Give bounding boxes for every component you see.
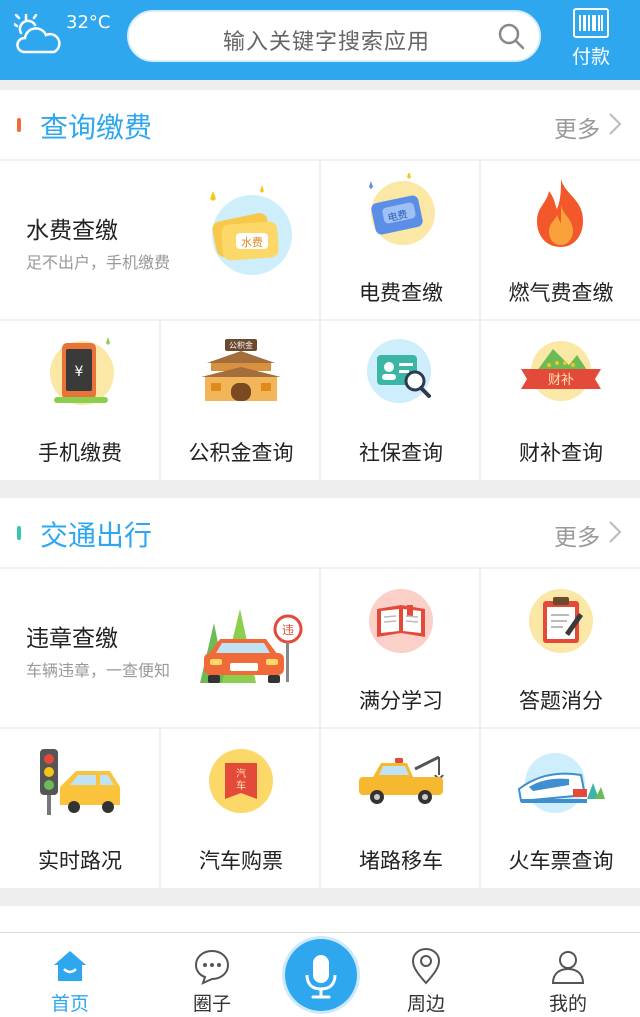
feature-traffic-violation[interactable]: 违章查缴 车辆违章，一查便知 违 (0, 569, 318, 727)
home-icon (54, 951, 86, 981)
book-icon (369, 589, 433, 653)
section-title: 查询缴费 (40, 111, 153, 144)
grid-item-label: 实时路况 (38, 849, 122, 873)
svg-text:水费: 水费 (241, 236, 263, 249)
traffic-light-icon (40, 749, 120, 815)
grid-item-label: 汽车购票 (199, 849, 283, 873)
grid-item-social-security[interactable]: 社保查询 (321, 321, 479, 480)
section-accent-bar (17, 118, 21, 132)
more-link[interactable]: 更多 (554, 518, 600, 552)
tab-nearby[interactable]: 周边 (376, 933, 476, 1017)
top-header: 32°C 输入关键字搜索应用 付款 (0, 0, 640, 80)
search-placeholder: 输入关键字搜索应用 (223, 30, 431, 55)
voice-search-button[interactable] (285, 939, 357, 1011)
bus-ticket-icon: 汽 车 (209, 749, 273, 813)
tab-label: 圈子 (192, 993, 231, 1015)
next-section-edge (0, 906, 640, 932)
grid-item-label: 财补查询 (519, 441, 603, 465)
grid-item-label: 社保查询 (359, 441, 443, 465)
chevron-right-icon[interactable] (608, 520, 622, 544)
water-bill-icon: 水费 (210, 185, 292, 275)
grid-item-train-ticket[interactable]: 火车票查询 (481, 729, 640, 888)
section-header: 交通出行 更多 (0, 498, 640, 568)
clipboard-icon (529, 589, 593, 653)
grid-item-tow[interactable]: 堵路移车 (321, 729, 479, 888)
grid-item-study[interactable]: 满分学习 (321, 569, 479, 727)
grid-item-electricity[interactable]: 电费 电费查缴 (321, 161, 479, 319)
grid-item-label: 火车票查询 (508, 849, 614, 873)
tab-label: 我的 (548, 993, 587, 1015)
feature-subtitle: 车辆违章，一查便知 (26, 661, 171, 680)
pay-label: 付款 (571, 46, 610, 68)
svg-text:车: 车 (236, 779, 246, 792)
weather-widget[interactable]: 32°C (14, 8, 124, 68)
user-icon (551, 951, 585, 984)
grid-item-housing-fund[interactable]: 公积金 公积金查询 (161, 321, 319, 480)
grid-item-quiz[interactable]: 答题消分 (481, 569, 640, 727)
location-pin-icon (411, 947, 441, 985)
grid-item-bus-ticket[interactable]: 汽 车 汽车购票 (161, 729, 319, 888)
section-transport: 交通出行 更多 违章查缴 车辆违章，一查便知 违 满分学习 答题消分 实时路况 … (0, 498, 640, 888)
chevron-right-icon[interactable] (608, 112, 622, 136)
grid-item-label: 公积金查询 (188, 441, 294, 465)
section-payments: 查询缴费 更多 水费查缴 足不出户，手机缴费 水费 电费 电费查缴 燃气费查缴 … (0, 90, 640, 480)
section-accent-bar (17, 526, 21, 540)
tab-me[interactable]: 我的 (518, 933, 618, 1017)
grid-item-label: 手机缴费 (38, 441, 122, 465)
svg-text:违: 违 (282, 623, 294, 637)
grid-item-label: 燃气费查缴 (508, 281, 614, 305)
grid-item-mobile-bill[interactable]: ¥ 手机缴费 (0, 321, 158, 480)
search-icon[interactable] (497, 22, 525, 50)
feature-title: 违章查缴 (26, 626, 118, 652)
feature-title: 水费查缴 (26, 218, 118, 244)
section-title: 交通出行 (40, 519, 153, 552)
grid-item-gas[interactable]: 燃气费查缴 (481, 161, 640, 319)
cloudy-sun-icon (14, 14, 61, 54)
grid-item-label: 答题消分 (519, 689, 603, 713)
grid-item-label: 堵路移车 (359, 849, 443, 873)
pay-button[interactable]: 付款 (566, 8, 616, 68)
svg-text:¥: ¥ (75, 364, 84, 380)
tab-label: 首页 (50, 993, 89, 1015)
housing-fund-icon: 公积金 (201, 339, 281, 401)
subsidy-icon: 财补 (521, 341, 601, 401)
svg-text:财补: 财补 (548, 373, 574, 388)
chat-bubble-icon (194, 949, 230, 985)
barcode-icon (573, 8, 609, 38)
grid-item-label: 电费查缴 (359, 281, 443, 305)
electricity-bill-icon: 电费 (369, 173, 435, 245)
social-security-icon (367, 339, 431, 403)
tow-truck-icon (359, 755, 444, 804)
flame-icon (537, 179, 583, 247)
svg-text:汽: 汽 (236, 767, 246, 780)
feature-subtitle: 足不出户，手机缴费 (26, 253, 171, 272)
grid-item-traffic[interactable]: 实时路况 (0, 729, 158, 888)
tab-home[interactable]: 首页 (20, 933, 120, 1017)
svg-text:公积金: 公积金 (229, 340, 253, 350)
temperature-text: 32°C (66, 12, 111, 33)
mobile-bill-icon: ¥ (50, 337, 114, 405)
grid-item-subsidy[interactable]: 财补 财补查询 (481, 321, 640, 480)
section-header: 查询缴费 更多 (0, 90, 640, 160)
feature-water-bill[interactable]: 水费查缴 足不出户，手机缴费 水费 (0, 161, 318, 319)
tab-circle[interactable]: 圈子 (162, 933, 262, 1017)
search-input[interactable]: 输入关键字搜索应用 (127, 10, 541, 62)
train-icon (517, 753, 605, 813)
traffic-violation-icon: 违 (200, 609, 303, 683)
more-link[interactable]: 更多 (554, 110, 600, 144)
microphone-icon (305, 955, 337, 999)
grid-item-label: 满分学习 (359, 689, 443, 713)
tab-label: 周边 (406, 993, 445, 1015)
